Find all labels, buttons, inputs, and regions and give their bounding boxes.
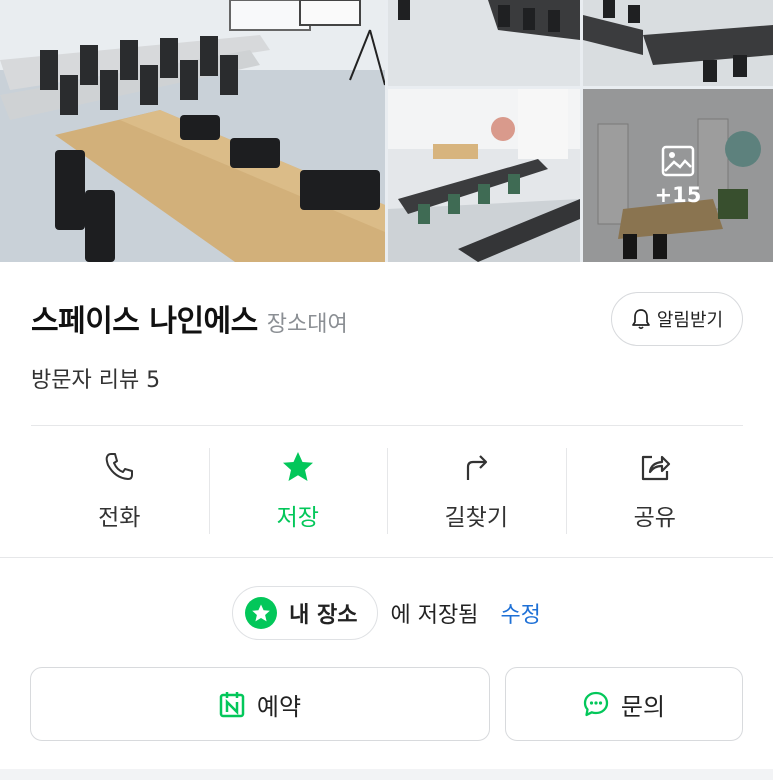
place-title-row: 스페이스 나인에스 장소대여 xyxy=(31,296,348,340)
gallery-photo-3[interactable] xyxy=(583,0,773,86)
place-name: 스페이스 나인에스 xyxy=(31,304,258,339)
section-divider xyxy=(0,557,773,558)
phone-icon xyxy=(105,453,134,480)
star-icon xyxy=(252,604,270,622)
directions-label: 길찾기 xyxy=(444,505,508,531)
gallery-photo-4[interactable] xyxy=(388,89,580,262)
bell-icon xyxy=(632,309,650,330)
divider xyxy=(31,425,743,426)
call-label: 전화 xyxy=(98,505,141,531)
visitor-reviews-link[interactable]: 방문자 리뷰 5 xyxy=(31,362,160,394)
gallery-photo-5[interactable]: +15 xyxy=(583,89,773,262)
saved-status-text: 에 저장됨 xyxy=(390,603,479,628)
photo-gallery: +15 xyxy=(0,0,773,262)
naver-calendar-icon xyxy=(219,692,245,718)
inquiry-label: 문의 xyxy=(620,692,666,721)
reserve-button[interactable]: 예약 xyxy=(30,667,490,741)
share-label: 공유 xyxy=(633,505,676,531)
footer-band xyxy=(0,769,773,780)
more-photos-overlay[interactable]: +15 xyxy=(583,89,773,262)
star-icon xyxy=(282,452,313,481)
reserve-label: 예약 xyxy=(256,692,302,721)
notify-button[interactable]: 알림받기 xyxy=(611,292,743,346)
more-photos-count: +15 xyxy=(654,182,702,207)
notify-label: 알림받기 xyxy=(656,310,724,331)
image-icon xyxy=(661,145,695,176)
place-category: 장소대여 xyxy=(266,312,348,337)
share-button[interactable]: 공유 xyxy=(565,448,745,534)
directions-button[interactable]: 길찾기 xyxy=(387,448,566,534)
gallery-photo-main[interactable] xyxy=(0,0,385,262)
chat-bubble-icon xyxy=(583,691,609,717)
edit-link[interactable]: 수정 xyxy=(500,597,540,629)
directions-icon xyxy=(467,455,488,480)
save-button[interactable]: 저장 xyxy=(208,448,388,534)
share-icon xyxy=(641,455,670,481)
gallery-photo-2[interactable] xyxy=(388,0,580,86)
my-place-chip[interactable]: 내 장소 xyxy=(232,586,379,640)
saved-status-row: 내 장소 에 저장됨 수정 xyxy=(0,585,773,641)
inquiry-button[interactable]: 문의 xyxy=(505,667,743,741)
action-bar: 전화 저장 길찾기 공유 xyxy=(30,448,744,534)
call-button[interactable]: 전화 xyxy=(30,448,209,534)
save-label: 저장 xyxy=(276,505,319,531)
saved-star-badge xyxy=(245,597,278,629)
my-place-label: 내 장소 xyxy=(289,603,358,628)
